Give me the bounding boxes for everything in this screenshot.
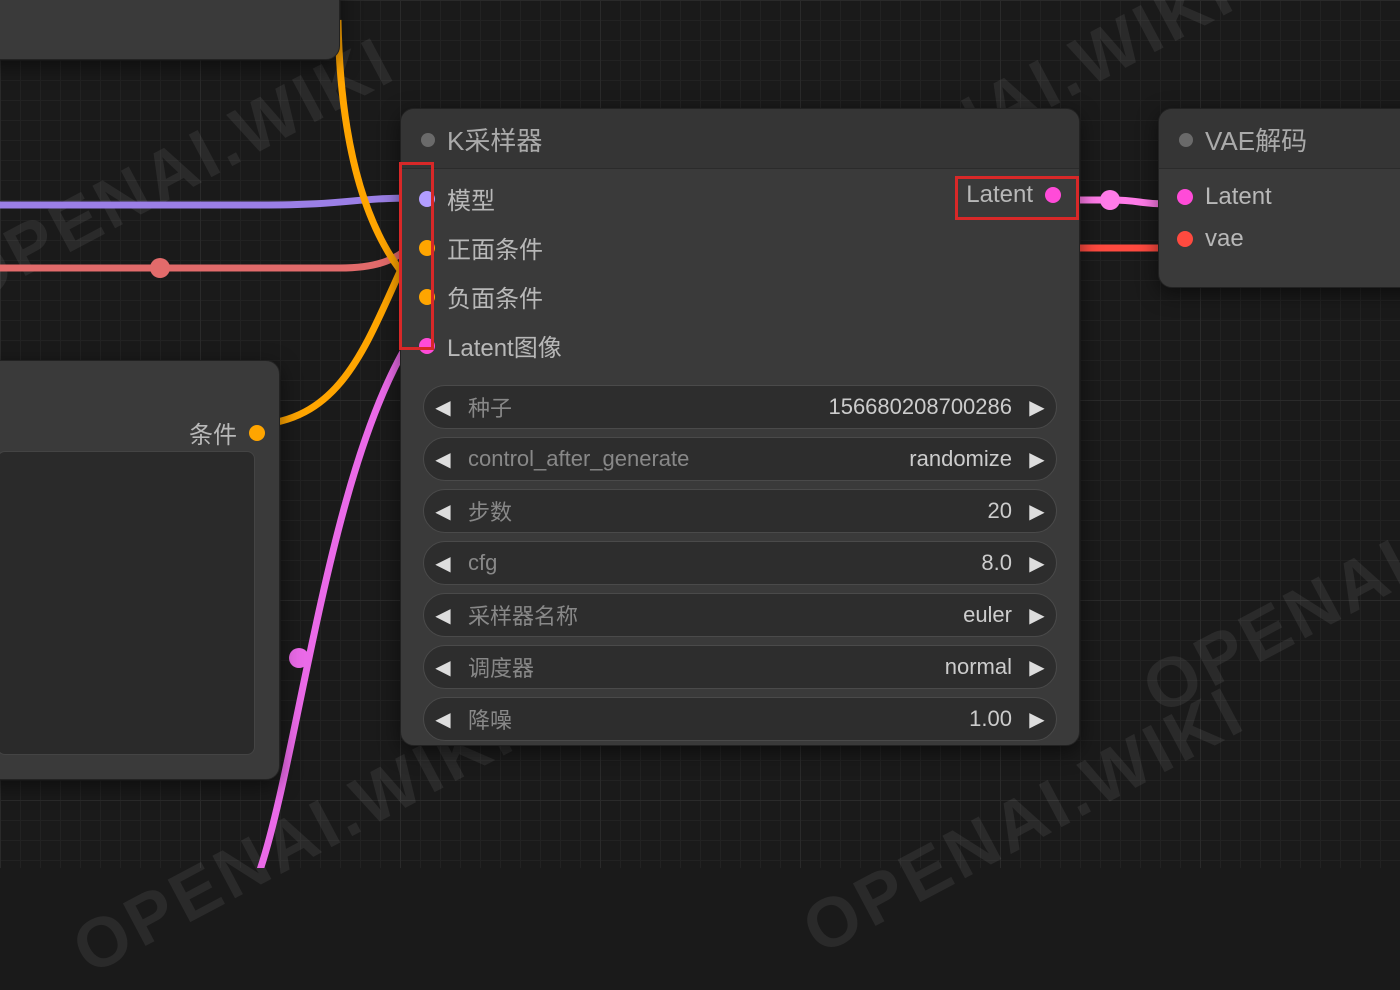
widget-seed-value[interactable]: 156680208700286	[828, 394, 1016, 420]
widget-denoise-value[interactable]: 1.00	[969, 706, 1016, 732]
output-label-latent: Latent	[966, 181, 1033, 209]
collapse-dot-icon[interactable]	[1179, 133, 1193, 147]
widget-cfg-value[interactable]: 8.0	[981, 550, 1016, 576]
node-ksampler[interactable]: K采样器 模型 正面条件 负面条件 Latent图像 Latent	[400, 108, 1080, 746]
widget-cag-label: control_after_generate	[464, 446, 901, 472]
chevron-right-icon[interactable]: ▶	[1024, 498, 1050, 524]
widget-denoise-label: 降噪	[464, 703, 961, 735]
input-port-latent[interactable]	[1177, 189, 1193, 205]
output-conditioning-label: 条件	[189, 415, 237, 450]
node-header[interactable]: K采样器	[401, 109, 1079, 169]
widget-steps-value[interactable]: 20	[988, 498, 1016, 524]
input-label-latent-image: Latent图像	[447, 328, 562, 363]
collapse-dot-icon[interactable]	[421, 133, 435, 147]
chevron-right-icon[interactable]: ▶	[1024, 706, 1050, 732]
input-label-vae: vae	[1205, 225, 1244, 253]
widget-sampler[interactable]: ◀ 采样器名称 euler ▶	[423, 593, 1057, 637]
node-vae-decode[interactable]: VAE解码 Latent vae	[1158, 108, 1400, 288]
chevron-right-icon[interactable]: ▶	[1024, 654, 1050, 680]
widget-steps[interactable]: ◀ 步数 20 ▶	[423, 489, 1057, 533]
chevron-right-icon[interactable]: ▶	[1024, 602, 1050, 628]
input-port-vae[interactable]	[1177, 231, 1193, 247]
widget-steps-label: 步数	[464, 495, 980, 527]
widget-scheduler[interactable]: ◀ 调度器 normal ▶	[423, 645, 1057, 689]
widget-scheduler-label: 调度器	[464, 651, 937, 683]
widget-control-after-generate[interactable]: ◀ control_after_generate randomize ▶	[423, 437, 1057, 481]
chevron-right-icon[interactable]: ▶	[1024, 446, 1050, 472]
input-label-positive: 正面条件	[447, 230, 543, 265]
chevron-right-icon[interactable]: ▶	[1024, 550, 1050, 576]
input-port-latent-image[interactable]	[419, 338, 435, 354]
chevron-left-icon[interactable]: ◀	[430, 394, 456, 420]
widget-sampler-value[interactable]: euler	[963, 602, 1016, 628]
chevron-left-icon[interactable]: ◀	[430, 706, 456, 732]
widget-denoise[interactable]: ◀ 降噪 1.00 ▶	[423, 697, 1057, 741]
widget-seed-label: 种子	[464, 391, 820, 423]
node-title: VAE解码	[1205, 121, 1307, 158]
output-port-latent[interactable]	[1045, 187, 1061, 203]
input-label-latent: Latent	[1205, 183, 1272, 211]
partial-node-top-left[interactable]	[0, 0, 340, 60]
prompt-text-area[interactable]	[0, 451, 255, 755]
widget-seed[interactable]: ◀ 种子 156680208700286 ▶	[423, 385, 1057, 429]
widget-cag-value[interactable]: randomize	[909, 446, 1016, 472]
input-port-positive[interactable]	[419, 240, 435, 256]
node-title: K采样器	[447, 121, 542, 158]
chevron-right-icon[interactable]: ▶	[1024, 394, 1050, 420]
widget-sampler-label: 采样器名称	[464, 599, 955, 631]
chevron-left-icon[interactable]: ◀	[430, 550, 456, 576]
chevron-left-icon[interactable]: ◀	[430, 498, 456, 524]
input-port-model[interactable]	[419, 191, 435, 207]
widget-cfg-label: cfg	[464, 550, 973, 576]
input-port-negative[interactable]	[419, 289, 435, 305]
chevron-left-icon[interactable]: ◀	[430, 654, 456, 680]
node-header[interactable]: VAE解码	[1159, 109, 1400, 169]
input-label-model: 模型	[447, 181, 495, 216]
output-port-conditioning[interactable]	[249, 425, 265, 441]
chevron-left-icon[interactable]: ◀	[430, 602, 456, 628]
chevron-left-icon[interactable]: ◀	[430, 446, 456, 472]
widget-scheduler-value[interactable]: normal	[945, 654, 1016, 680]
partial-node-prompt[interactable]: 条件	[0, 360, 280, 780]
input-label-negative: 负面条件	[447, 279, 543, 314]
widget-cfg[interactable]: ◀ cfg 8.0 ▶	[423, 541, 1057, 585]
